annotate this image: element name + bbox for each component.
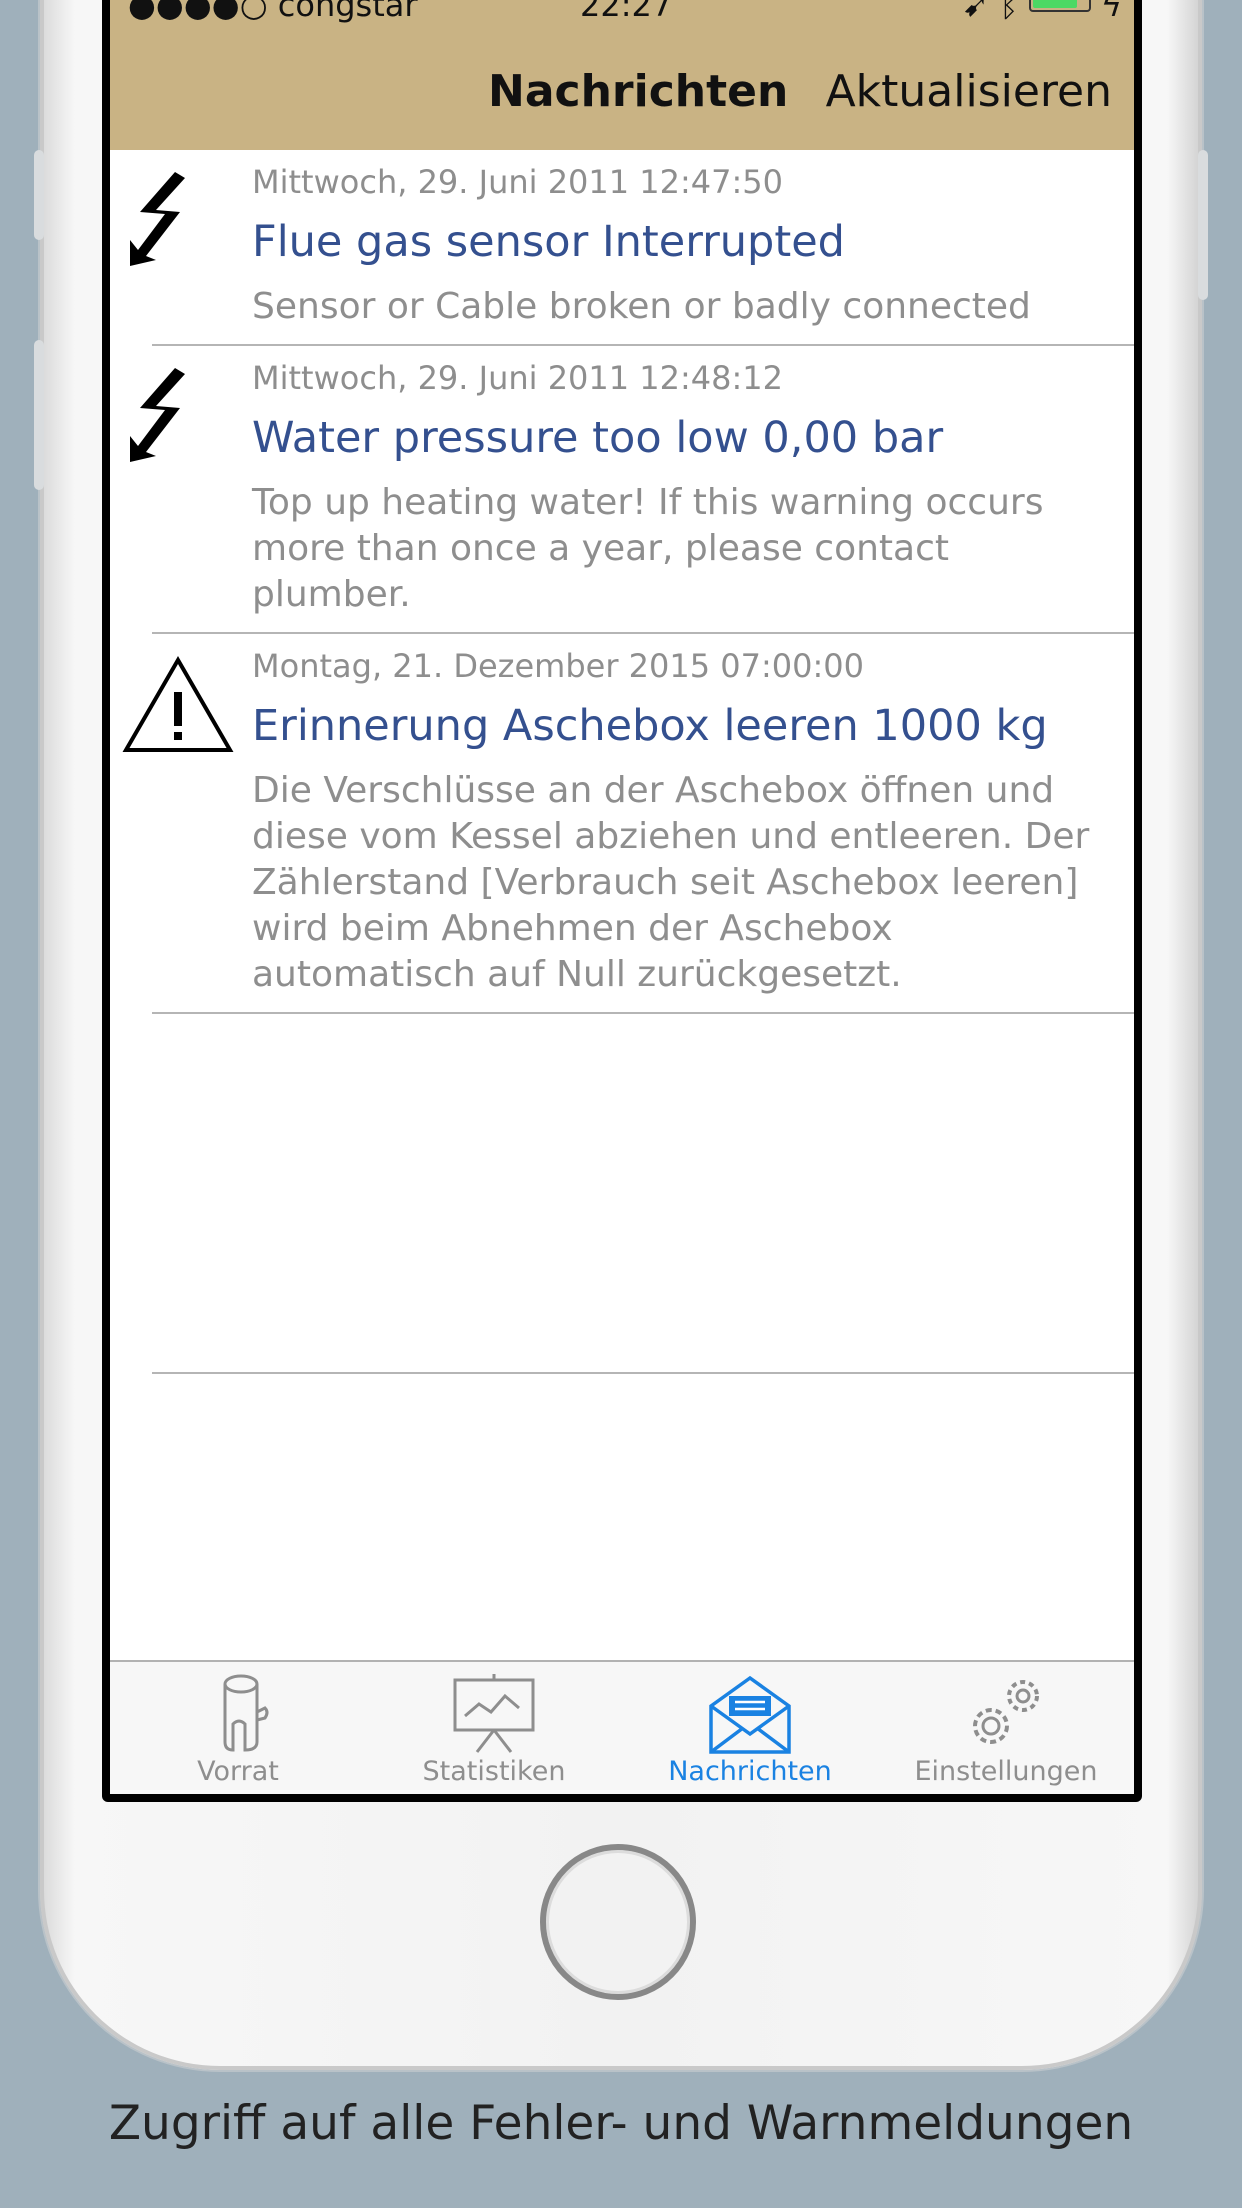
bluetooth-icon: ᛒ bbox=[999, 0, 1019, 24]
warning-icon bbox=[122, 656, 234, 760]
divider bbox=[152, 1372, 1134, 1374]
list-item[interactable]: Mittwoch, 29. Juni 2011 12:47:50 Flue ga… bbox=[130, 150, 1134, 346]
carrier-label: ●●●●○ congstar bbox=[128, 0, 418, 24]
power-button bbox=[1198, 150, 1208, 300]
tab-einstellungen[interactable]: Einstellungen bbox=[878, 1662, 1134, 1794]
logs-icon bbox=[223, 1674, 269, 1752]
battery-icon bbox=[1028, 0, 1091, 12]
page-title: Nachrichten bbox=[488, 66, 789, 117]
message-list: Mittwoch, 29. Juni 2011 12:47:50 Flue ga… bbox=[110, 150, 1134, 1014]
tab-label: Einstellungen bbox=[914, 1756, 1098, 1787]
location-icon: ➹ bbox=[962, 0, 990, 24]
volume-button bbox=[34, 340, 44, 490]
app-screen: ●●●●○ congstar 22:27 ➹ ᛒ ϟ Nachrichten A… bbox=[110, 0, 1134, 1794]
tab-statistiken[interactable]: Statistiken bbox=[366, 1662, 622, 1794]
message-date: Montag, 21. Dezember 2015 07:00:00 bbox=[252, 647, 864, 685]
home-button[interactable] bbox=[540, 1844, 696, 2000]
list-item[interactable]: Montag, 21. Dezember 2015 07:00:00 Erinn… bbox=[122, 634, 1134, 1014]
message-title: Water pressure too low 0,00 bar bbox=[252, 413, 944, 463]
status-icons: ➹ ᛒ ϟ bbox=[962, 0, 1122, 24]
refresh-button[interactable]: Aktualisieren bbox=[826, 66, 1112, 117]
message-date: Mittwoch, 29. Juni 2011 12:47:50 bbox=[252, 163, 784, 201]
tab-label: Nachrichten bbox=[668, 1756, 832, 1787]
gears-icon bbox=[973, 1680, 1039, 1744]
tab-bar: Vorrat Statistiken Nachrichten Einstellu… bbox=[110, 1660, 1134, 1794]
envelope-icon bbox=[709, 1675, 791, 1754]
clock: 22:27 bbox=[580, 0, 673, 24]
message-title: Flue gas sensor Interrupted bbox=[252, 217, 845, 267]
charging-icon: ϟ bbox=[1100, 0, 1122, 24]
tab-vorrat[interactable]: Vorrat bbox=[110, 1662, 366, 1794]
message-description: Top up heating water! If this warning oc… bbox=[252, 482, 1044, 615]
side-button bbox=[34, 150, 44, 240]
message-date: Mittwoch, 29. Juni 2011 12:48:12 bbox=[252, 359, 784, 397]
marketing-caption: Zugriff auf alle Fehler- und Warnmeldung… bbox=[108, 2096, 1134, 2151]
message-description: Die Verschlüsse an der Aschebox öffnen u… bbox=[252, 770, 1090, 995]
tab-label: Vorrat bbox=[197, 1756, 279, 1787]
status-bar: ●●●●○ congstar 22:27 ➹ ᛒ ϟ bbox=[110, 0, 1134, 30]
chart-board-icon bbox=[453, 1674, 535, 1753]
list-item[interactable]: Mittwoch, 29. Juni 2011 12:48:12 Water p… bbox=[130, 346, 1134, 634]
navigation-bar: Nachrichten Aktualisieren bbox=[110, 30, 1134, 150]
message-description: Sensor or Cable broken or badly connecte… bbox=[252, 286, 1031, 327]
lightning-icon bbox=[110, 170, 220, 274]
message-title: Erinnerung Aschebox leeren 1000 kg bbox=[252, 701, 1048, 751]
lightning-icon bbox=[110, 366, 220, 470]
tab-nachrichten[interactable]: Nachrichten bbox=[622, 1662, 878, 1794]
tab-label: Statistiken bbox=[422, 1756, 566, 1787]
